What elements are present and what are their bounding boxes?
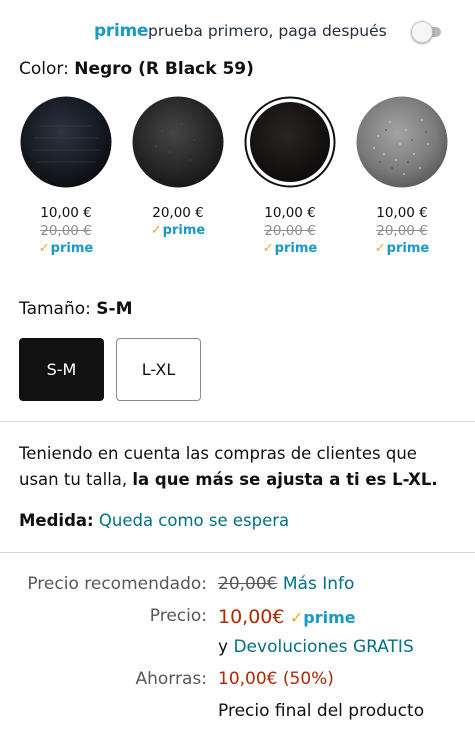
check-icon: ✓ xyxy=(374,241,386,256)
recommended-price-value: 20,00€ xyxy=(218,574,278,594)
size-option-l-xl[interactable]: L-XL xyxy=(116,338,201,401)
prime-badge: ✓prime xyxy=(38,241,94,256)
swatch-price: 10,00 € xyxy=(40,205,92,221)
free-returns-link[interactable]: Devoluciones GRATIS xyxy=(233,637,413,657)
toggle-knob xyxy=(411,21,433,43)
swatch-price: 10,00 € xyxy=(376,205,428,221)
prime-badge: ✓prime xyxy=(289,608,356,627)
swatch-original-price: 20,00 € xyxy=(40,223,92,239)
section-divider xyxy=(0,421,475,422)
color-label: Color: xyxy=(19,59,69,79)
swatch-price: 10,00 € xyxy=(264,205,316,221)
recommended-price-label: Precio recomendado: xyxy=(27,574,207,594)
check-icon: ✓ xyxy=(289,608,304,627)
swatch-original-price: 20,00 € xyxy=(264,223,316,239)
check-icon: ✓ xyxy=(150,223,162,238)
savings-label: Ahorras: xyxy=(135,669,208,689)
more-info-link[interactable]: Más Info xyxy=(283,574,355,594)
swatch-original-price: 20,00 € xyxy=(376,223,428,239)
recommended-price-value-group: 20,00€ Más Info xyxy=(218,574,354,594)
savings-value: 10,00€ (50%) xyxy=(218,669,334,689)
swatch-image xyxy=(20,96,112,188)
price-label: Precio: xyxy=(149,606,207,626)
color-value: Negro (R Black 59) xyxy=(74,59,254,79)
free-returns-row: y Devoluciones GRATIS xyxy=(218,637,414,661)
fit-recommended-size: la que más se ajusta a ti es L-XL. xyxy=(132,470,438,489)
size-selection-label: Tamaño: S-M xyxy=(19,299,133,319)
price-value-group: 10,00€ ✓prime xyxy=(218,606,356,628)
savings-row: Ahorras: 10,00€ (50%) xyxy=(0,669,475,693)
size-fit-recommendation: Teniendo en cuenta las compras de client… xyxy=(19,441,459,493)
measure-label: Medida: xyxy=(19,511,94,530)
recommended-price-row: Precio recomendado: 20,00€ Más Info xyxy=(0,574,475,598)
prime-logo: prime xyxy=(94,21,149,41)
check-icon: ✓ xyxy=(38,241,50,256)
price-row: Precio: 10,00€ ✓prime xyxy=(0,606,475,632)
swatch-image xyxy=(244,96,336,188)
color-selection-label: Color: Negro (R Black 59) xyxy=(19,59,254,79)
measure-value-link[interactable]: Queda como se espera xyxy=(99,511,289,530)
prime-try-toggle[interactable] xyxy=(411,20,441,43)
returns-prefix: y xyxy=(218,637,229,657)
prime-badge: ✓prime xyxy=(262,241,318,256)
fit-measure: Medida: Queda como se espera xyxy=(19,511,289,530)
check-icon: ✓ xyxy=(262,241,274,256)
size-option-s-m[interactable]: S-M xyxy=(19,338,104,401)
prime-try-before-buy-banner: prime prueba primero, paga después xyxy=(0,18,475,46)
section-divider xyxy=(0,552,475,553)
size-value: S-M xyxy=(96,299,133,319)
size-label: Tamaño: xyxy=(19,299,91,319)
prime-badge: ✓prime xyxy=(374,241,430,256)
price-value: 10,00€ xyxy=(218,606,285,628)
prime-tagline: prueba primero, paga después xyxy=(148,22,387,40)
swatch-image xyxy=(132,96,224,188)
final-price-note: Precio final del producto xyxy=(218,701,425,721)
swatch-price: 20,00 € xyxy=(152,205,204,221)
prime-badge: ✓prime xyxy=(150,223,206,238)
swatch-image xyxy=(356,96,448,188)
